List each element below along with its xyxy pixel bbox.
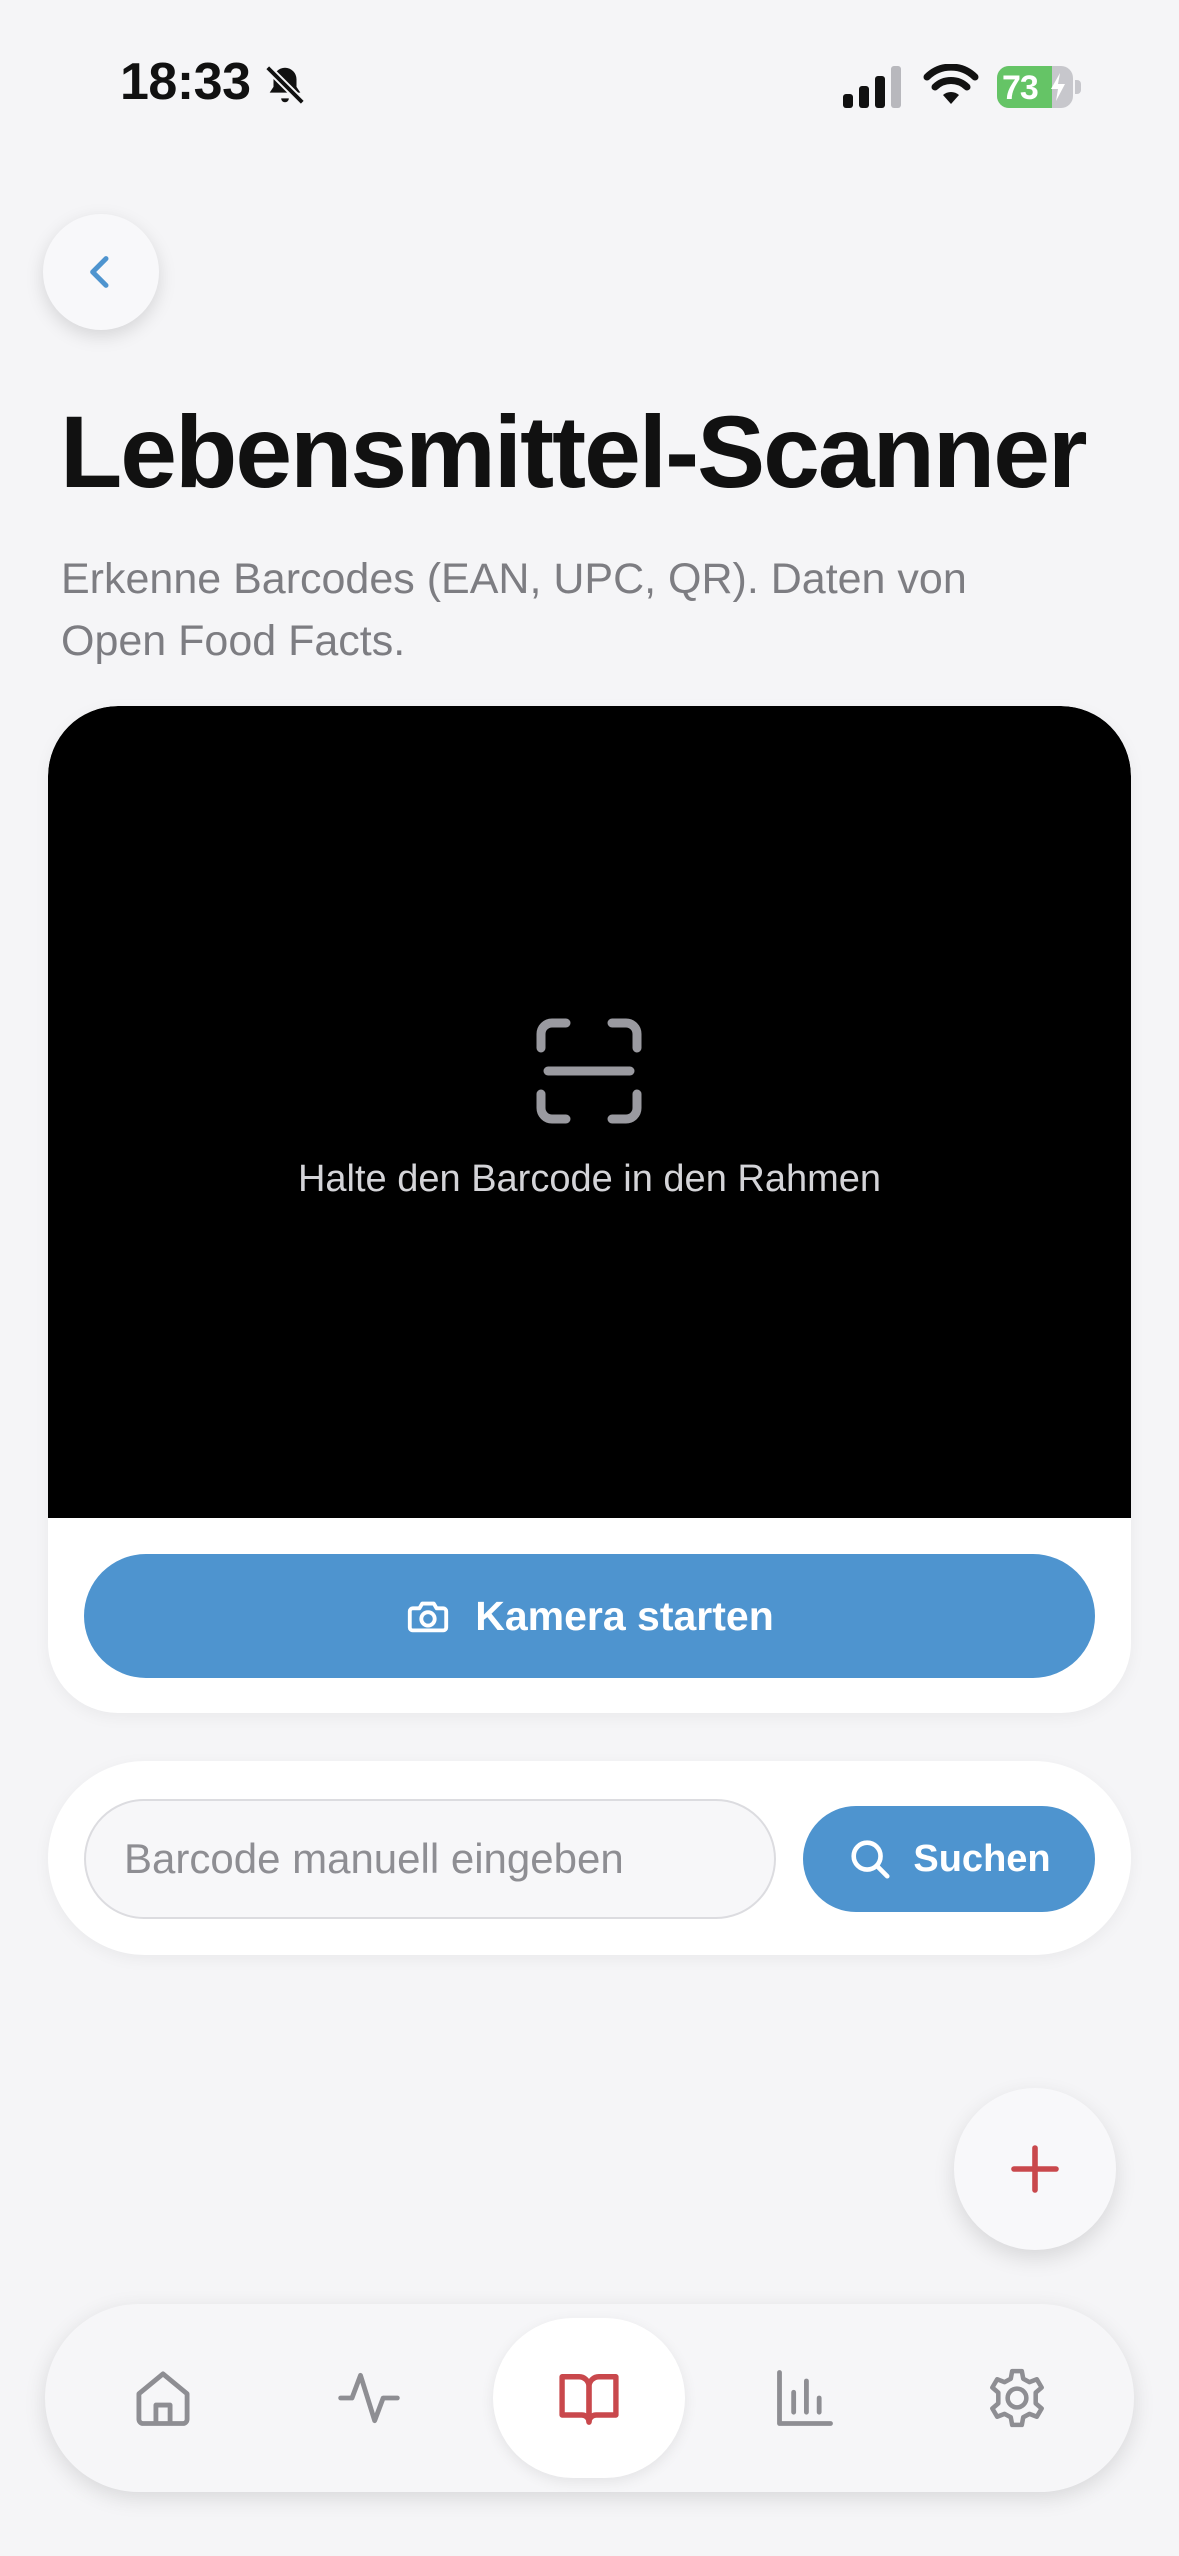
search-icon <box>851 1840 890 1879</box>
camera-preview[interactable]: Halte den Barcode in den Rahmen <box>48 706 1131 1518</box>
search-label: Suchen <box>913 1837 1051 1880</box>
status-bar: 18:33 73 <box>0 0 1179 170</box>
tab-settings[interactable] <box>922 2304 1112 2492</box>
camera-icon <box>408 1601 449 1633</box>
page-subtitle: Erkenne Barcodes (EAN, UPC, QR). Daten v… <box>61 555 967 665</box>
barcode-scan-frame-icon <box>536 1018 642 1124</box>
add-button[interactable] <box>954 2088 1116 2250</box>
battery-indicator: 73 <box>997 66 1081 108</box>
charging-bolt-icon <box>1051 73 1065 101</box>
start-camera-button[interactable]: Kamera starten <box>84 1554 1095 1678</box>
tab-activity[interactable] <box>274 2304 464 2492</box>
plus-icon <box>1011 2145 1059 2193</box>
page-title: Lebensmittel-Scanner <box>60 395 1088 509</box>
cellular-signal-icon <box>843 66 901 108</box>
tab-home[interactable] <box>68 2304 258 2492</box>
bell-slash-icon <box>265 65 305 105</box>
manual-entry-card: Suchen <box>48 1761 1131 1955</box>
scan-hint-text: Halte den Barcode in den Rahmen <box>297 1158 882 1200</box>
home-icon <box>136 2371 190 2426</box>
barcode-input[interactable] <box>84 1799 776 1919</box>
back-button[interactable] <box>43 214 159 330</box>
activity-icon <box>338 2372 400 2424</box>
tab-bar <box>45 2304 1134 2492</box>
scanner-card: Halte den Barcode in den Rahmen Kamera s… <box>48 706 1131 1713</box>
book-icon <box>559 2374 619 2425</box>
tab-diary[interactable] <box>494 2304 684 2492</box>
wifi-icon <box>923 64 979 104</box>
bar-chart-icon <box>777 2370 833 2426</box>
battery-percent: 73 <box>1002 69 1039 107</box>
tab-statistics[interactable] <box>710 2304 900 2492</box>
gear-icon <box>990 2368 1044 2428</box>
chevron-left-icon <box>90 256 109 288</box>
search-button[interactable]: Suchen <box>803 1806 1095 1912</box>
start-camera-label: Kamera starten <box>475 1592 774 1639</box>
status-time: 18:33 <box>120 53 251 111</box>
